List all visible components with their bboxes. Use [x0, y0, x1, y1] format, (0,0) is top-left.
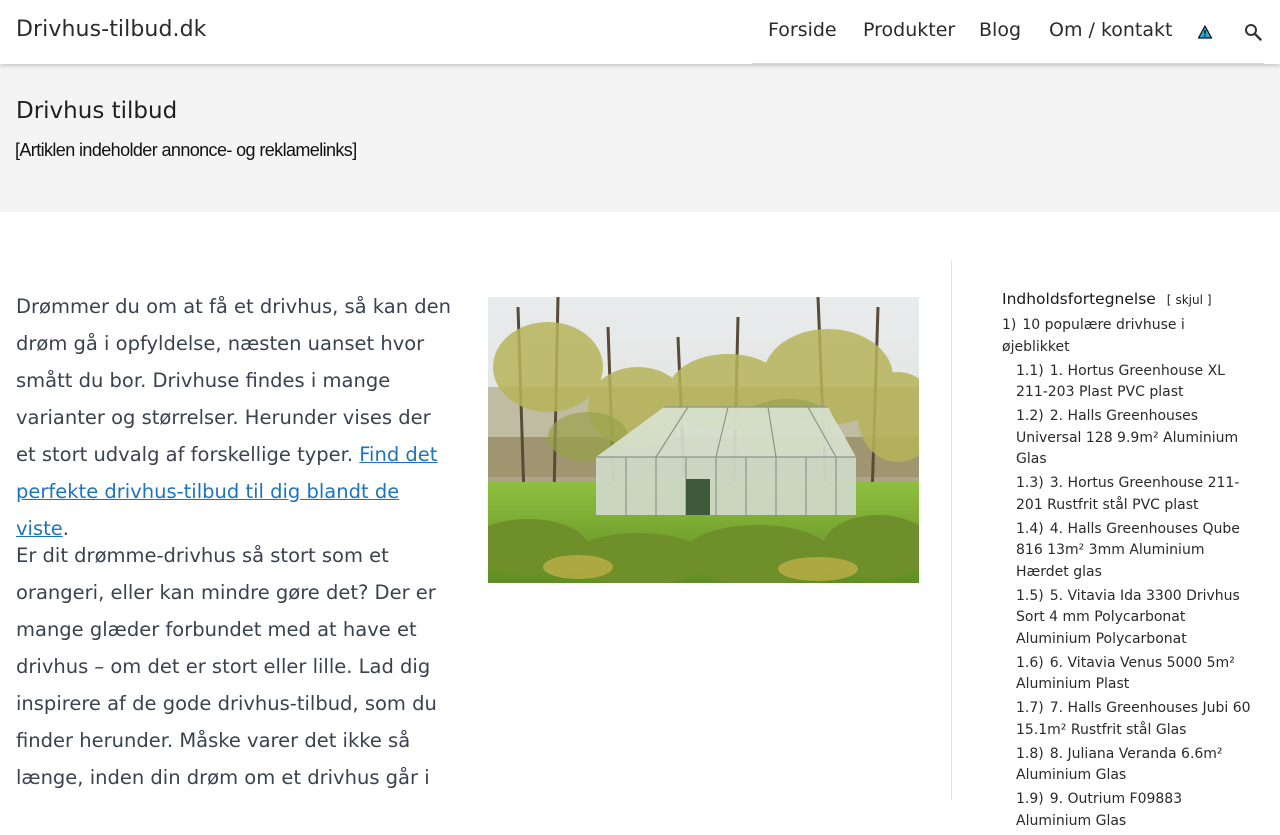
toc-item-number: 1.1) — [1016, 362, 1044, 379]
toc-item-label[interactable]: 2. Halls Greenhouses Universal 128 9.9m²… — [1016, 408, 1238, 467]
warning-triangle-icon[interactable] — [1197, 24, 1213, 39]
toc-item-label[interactable]: 8. Juliana Veranda 6.6m² Aluminium Glas — [1016, 746, 1223, 784]
toc-item[interactable]: 1.1) 1. Hortus Greenhouse XL 211-203 Plas… — [1002, 361, 1252, 404]
intro-text: Drømmer du om at få et drivhus, så kan d… — [16, 295, 451, 466]
intro-paragraph: Drømmer du om at få et drivhus, så kan d… — [16, 288, 456, 547]
toc-item[interactable]: 1.2) 2. Halls Greenhouses Universal 128 9… — [1002, 406, 1252, 471]
toc-item-label[interactable]: 3. Hortus Greenhouse 211-201 Rustfrit st… — [1016, 475, 1239, 513]
toc-header: Indholdsfortegnelse [skjul] — [1002, 290, 1252, 308]
toc-item[interactable]: 1.7) 7. Halls Greenhouses Jubi 60 15.1m² … — [1002, 698, 1252, 741]
toc-item-number: 1.6) — [1016, 654, 1044, 671]
toc-item[interactable]: 1) 10 populære drivhuse i øjeblikket — [1002, 315, 1252, 358]
toc-item[interactable]: 1.8) 8. Juliana Veranda 6.6m² Aluminium G… — [1002, 744, 1252, 787]
toc-item[interactable]: 1.5) 5. Vitavia Ida 3300 Drivhus Sort 4 m… — [1002, 586, 1252, 651]
site-header: Drivhus-tilbud.dk Forside Produkter Blog… — [0, 0, 1280, 64]
toc-item-number: 1) — [1002, 317, 1017, 333]
toc-title: Indholdsfortegnelse — [1002, 290, 1156, 308]
toc-item-number: 1.7) — [1016, 700, 1044, 716]
toc-item-label[interactable]: 7. Halls Greenhouses Jubi 60 15.1m² Rust… — [1016, 700, 1251, 738]
sidebar-divider — [951, 260, 952, 800]
toc-item[interactable]: 1.9) 9. Outrium F09883 Aluminium Glas — [1002, 789, 1252, 832]
site-title-link[interactable]: Drivhus-tilbud.dk — [16, 17, 207, 42]
toc-item-label[interactable]: 1. Hortus Greenhouse XL 211-203 Plast PV… — [1016, 363, 1225, 401]
toc-toggle-open: [ — [1166, 293, 1172, 307]
nav-forside[interactable]: Forside — [768, 19, 837, 41]
toc-item[interactable]: 1.3) 3. Hortus Greenhouse 211-201 Rustfri… — [1002, 473, 1252, 516]
toc-item-number: 1.9) — [1016, 791, 1044, 807]
toc-item-number: 1.4) — [1016, 520, 1044, 537]
toc-toggle-close: ] — [1206, 293, 1212, 307]
toc-list: 1) 10 populære drivhuse i øjeblikket 1.1) 1… — [1002, 315, 1252, 832]
greenhouse-photo — [488, 297, 919, 583]
toc-item-number: 1.3) — [1016, 475, 1044, 491]
toc-item[interactable]: 1.6) 6. Vitavia Venus 5000 5m² Aluminium … — [1002, 653, 1252, 696]
toc-toggle: [skjul] — [1167, 293, 1212, 307]
toc-item[interactable]: 1.4) 4. Halls Greenhouses Qube 816 13m² 3… — [1002, 519, 1252, 584]
title-band: Drivhus tilbud [Artiklen indeholder anno… — [0, 64, 1280, 212]
toc-item-number: 1.5) — [1016, 587, 1044, 604]
nav-blog[interactable]: Blog — [979, 19, 1021, 41]
table-of-contents: Indholdsfortegnelse [skjul] 1) 10 populær… — [1002, 290, 1252, 835]
toc-hide-link[interactable]: skjul — [1175, 293, 1202, 307]
main-nav: Forside Produkter Blog Om / kontakt — [752, 0, 1264, 64]
second-paragraph: Er dit drømme-drivhus så stort som et or… — [16, 544, 437, 789]
toc-item-label[interactable]: 5. Vitavia Ida 3300 Drivhus Sort 4 mm Po… — [1016, 588, 1240, 647]
toc-item-number: 1.8) — [1016, 745, 1044, 762]
page-title: Drivhus tilbud — [16, 98, 178, 124]
nav-produkter[interactable]: Produkter — [863, 19, 955, 41]
toc-item-label[interactable]: 10 populære drivhuse i øjeblikket — [1002, 317, 1185, 355]
toc-item-number: 1.2) — [1016, 408, 1044, 424]
toc-item-label[interactable]: 6. Vitavia Venus 5000 5m² Aluminium Plas… — [1016, 655, 1235, 693]
ad-notice: [Artiklen indeholder annonce- og reklame… — [15, 140, 357, 160]
toc-item-label[interactable]: 4. Halls Greenhouses Qube 816 13m² 3mm A… — [1016, 521, 1240, 580]
search-icon[interactable] — [1244, 23, 1262, 41]
nav-om-kontakt[interactable]: Om / kontakt — [1049, 19, 1172, 41]
